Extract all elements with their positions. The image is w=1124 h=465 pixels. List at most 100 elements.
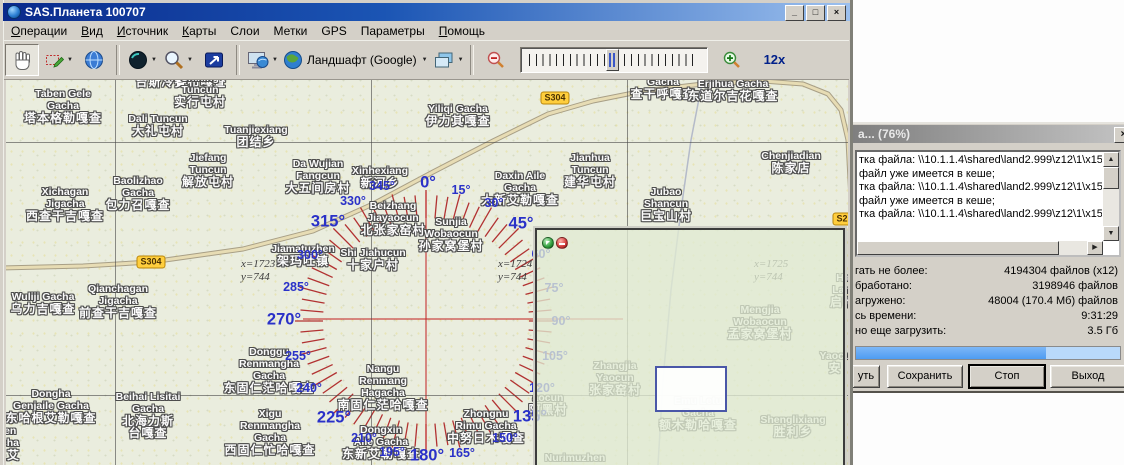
- stat-value: 9:31:29: [1081, 309, 1118, 323]
- map-place-label: SunjiaWobaocun孙家窝堡村: [418, 216, 483, 252]
- fullscreen-icon: [203, 49, 225, 71]
- selection-tool-button[interactable]: ▼: [41, 44, 75, 76]
- earth-icon: [282, 49, 304, 71]
- map-source-label[interactable]: Ландшафт (Google): [307, 53, 417, 67]
- scroll-down-icon[interactable]: ▼: [1103, 226, 1119, 241]
- tile-coordinate-label: x=1724y=744: [498, 258, 532, 284]
- dialog-button-Выход[interactable]: Выход: [1050, 365, 1124, 388]
- toolbar: ▼ ▼: [4, 40, 849, 80]
- menubar: ОперацииВидИсточникКартыСлоиМеткиGPSПара…: [4, 21, 849, 40]
- minimap-window[interactable]: [535, 228, 845, 465]
- map-view[interactable]: Taben GeleGacha塔本格勒嘎查台斯冷賽布嘎查ShixingTuncu…: [6, 80, 848, 465]
- map-place-label: Erjihua Gacha东道尔吉花嘎查: [687, 80, 778, 102]
- horizontal-scroll-thumb[interactable]: [857, 241, 1059, 255]
- selection-rectangle[interactable]: [655, 366, 727, 412]
- map-place-label: JubaoShancun巨宝山村: [640, 186, 692, 222]
- maximize-button[interactable]: □: [806, 5, 825, 21]
- zoom-out-icon: [486, 50, 506, 70]
- chevron-down-icon[interactable]: ▼: [151, 57, 157, 63]
- map-place-label: Yiliqi Gacha伊力其嘎查: [425, 103, 490, 127]
- zoom-slider-thumb[interactable]: [606, 49, 619, 71]
- stat-row: агружено:48004 (170.4 Мб) файлов: [855, 294, 1118, 308]
- map-place-label: Da WujianFangcun大五间房村: [285, 158, 350, 194]
- log-vertical-scrollbar[interactable]: ▲ ▼: [1103, 152, 1119, 241]
- menu-item-метки[interactable]: Метки: [267, 23, 315, 39]
- dialog-button-уть[interactable]: уть: [852, 365, 880, 388]
- map-place-label: Chenjiadian陈家店: [761, 150, 821, 174]
- chevron-down-icon[interactable]: ▼: [187, 57, 193, 63]
- stat-label: но еще загрузить:: [855, 324, 946, 338]
- log-line: тка файла: \\10.1.1.4\shared\land2.999\z…: [858, 154, 1102, 168]
- download-log[interactable]: тка файла: \\10.1.1.4\shared\land2.999\z…: [855, 150, 1121, 257]
- progress-fill: [856, 347, 1046, 359]
- scroll-up-icon[interactable]: ▲: [1103, 152, 1119, 167]
- globe-icon: [83, 49, 105, 71]
- dialog-button-Стоп[interactable]: Стоп: [969, 365, 1045, 388]
- select-region-icon: [43, 49, 65, 71]
- menu-item-источник[interactable]: Источник: [110, 23, 175, 39]
- stat-label: гать не более:: [855, 264, 928, 278]
- download-dialog: а... (76%) × тка файла: \\10.1.1.4\share…: [850, 122, 1124, 393]
- zoom-tool-button[interactable]: ▼: [161, 44, 195, 76]
- map-source-button[interactable]: Ландшафт (Google) ▼: [281, 44, 429, 76]
- chevron-down-icon[interactable]: ▼: [272, 57, 278, 63]
- map-place-label: Gacha查干呼嘎查: [630, 80, 695, 100]
- log-line: файл уже имеется в кеше;: [858, 168, 1102, 182]
- stat-row: сь времени:9:31:29: [855, 309, 1118, 323]
- monitor-globe-icon: [246, 49, 270, 71]
- dialog-button-Сохранить[interactable]: Сохранить: [887, 365, 963, 388]
- menu-item-вид[interactable]: Вид: [74, 23, 110, 39]
- source-mode-button[interactable]: ▼: [245, 44, 279, 76]
- map-place-label: NanguRenmangHagacha南固仁茫哈嘎查: [337, 363, 428, 411]
- stat-value: 3198946 файлов: [1032, 279, 1118, 293]
- bearing-label: 150°: [492, 431, 518, 445]
- scroll-right-icon[interactable]: ▶: [1087, 241, 1103, 255]
- close-button[interactable]: ×: [827, 5, 846, 21]
- map-place-label: XiguRenmanghaGacha西固仁忙哈嘎查: [224, 408, 315, 456]
- vertical-scroll-thumb[interactable]: [1103, 167, 1119, 189]
- bearing-label: 165°: [449, 446, 475, 460]
- chevron-down-icon[interactable]: ▼: [458, 57, 464, 63]
- log-horizontal-scrollbar[interactable]: ▶: [857, 241, 1103, 255]
- bearing-label: 345°: [369, 179, 395, 193]
- zoom-in-button[interactable]: [715, 44, 749, 76]
- menu-item-карты[interactable]: Карты: [175, 23, 223, 39]
- minimap-expand-icon[interactable]: [542, 237, 554, 249]
- minimap-minimize-icon[interactable]: [556, 237, 568, 249]
- dialog-close-button[interactable]: ×: [1114, 127, 1124, 143]
- dialog-titlebar[interactable]: а... (76%) ×: [853, 125, 1124, 143]
- toolbar-divider: [116, 45, 120, 75]
- minimize-button[interactable]: _: [785, 5, 804, 21]
- measure-globe-button[interactable]: [77, 44, 111, 76]
- layers-icon: [432, 49, 456, 71]
- map-place-label: Wuliji Gacha乌力吉嘎查: [10, 291, 75, 315]
- toolbar-divider: [236, 45, 240, 75]
- map-place-label: XichaganJigacha西查干吉嘎查: [26, 186, 104, 222]
- menu-item-gps[interactable]: GPS: [314, 23, 353, 39]
- fullscreen-button[interactable]: [197, 44, 231, 76]
- chevron-down-icon[interactable]: ▼: [422, 57, 428, 63]
- bearing-label: 180°: [410, 447, 444, 465]
- bearing-label: 285°: [283, 280, 309, 294]
- map-place-label: Beihai LisitaiGacha北海力斯台嘎查: [116, 391, 181, 439]
- dialog-title: а... (76%): [858, 127, 910, 141]
- stat-row: бработано:3198946 файлов: [855, 279, 1118, 293]
- stat-value: 4194304 файлов (x12): [1004, 264, 1118, 278]
- magnifier-icon: [163, 49, 185, 71]
- road-badge: S304: [540, 92, 569, 105]
- menu-item-операции[interactable]: Операции: [4, 23, 74, 39]
- map-place-label: Tuanjiexiang团结乡: [224, 124, 287, 148]
- zoom-slider[interactable]: [520, 47, 708, 73]
- screen: а... (76%) × тка файла: \\10.1.1.4\share…: [0, 0, 1124, 465]
- pan-tool-button[interactable]: [5, 44, 39, 76]
- zoom-out-button[interactable]: [479, 44, 513, 76]
- menu-item-параметры[interactable]: Параметры: [354, 23, 432, 39]
- chevron-down-icon[interactable]: ▼: [67, 57, 73, 63]
- log-line: файл уже имеется в кеше;: [858, 195, 1102, 209]
- titlebar[interactable]: SAS.Планета 100707 _ □ ×: [3, 3, 850, 21]
- layers-button[interactable]: ▼: [431, 44, 465, 76]
- stat-value: 48004 (170.4 Мб) файлов: [988, 294, 1118, 308]
- menu-item-помощь[interactable]: Помощь: [432, 23, 492, 39]
- night-mode-button[interactable]: ▼: [125, 44, 159, 76]
- menu-item-слои[interactable]: Слои: [223, 23, 266, 39]
